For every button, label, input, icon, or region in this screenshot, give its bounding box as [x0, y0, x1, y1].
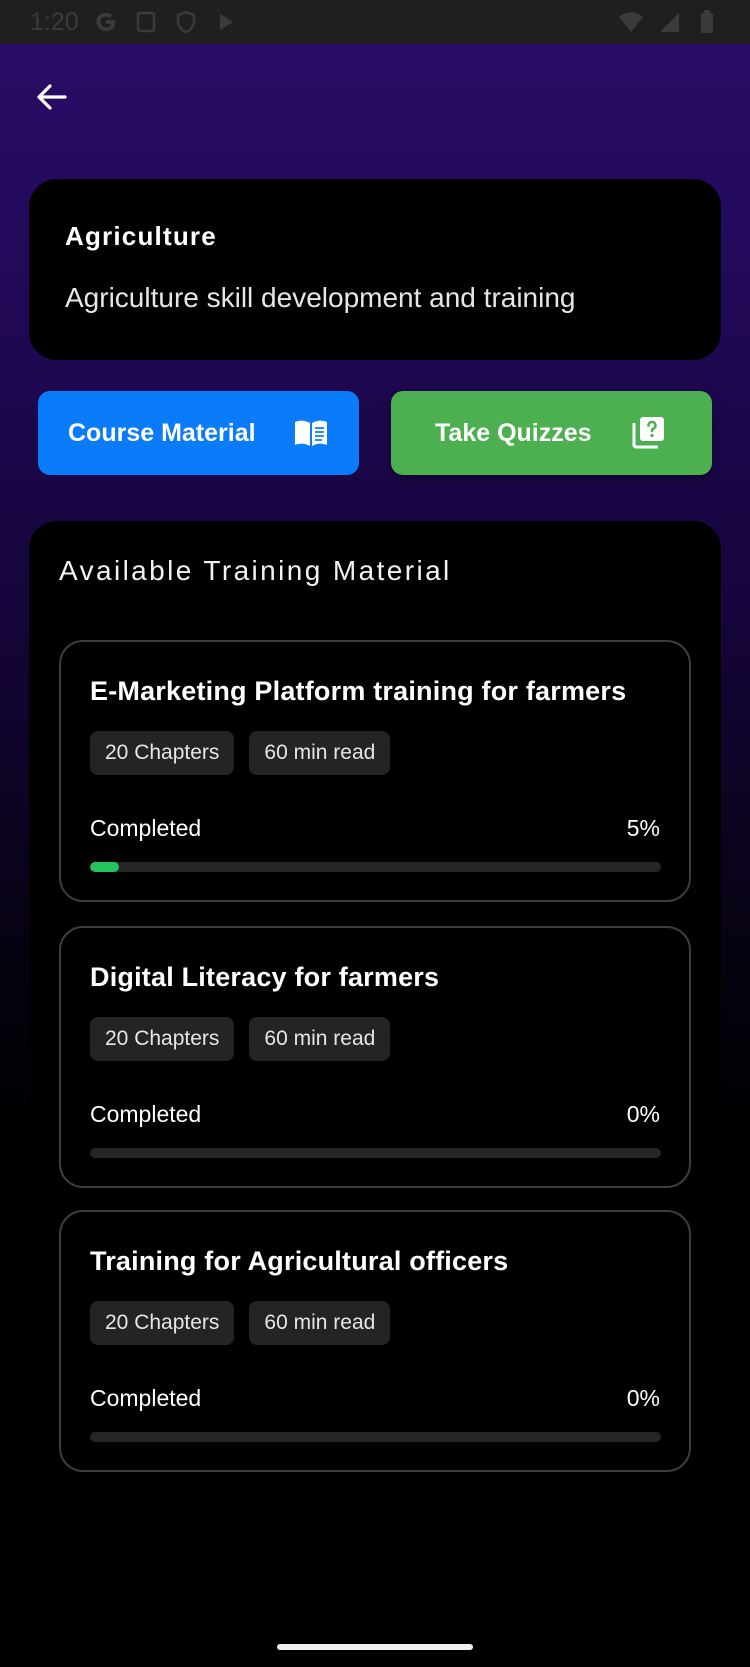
- chapters-badge: 20 Chapters: [90, 1301, 235, 1345]
- completed-label: Completed: [90, 1385, 202, 1411]
- completed-label: Completed: [90, 1101, 202, 1127]
- progress-track: [90, 862, 661, 872]
- battery-icon: [694, 9, 720, 35]
- read-time-badge: 60 min read: [249, 1017, 391, 1061]
- status-bar: 1:20: [0, 0, 750, 44]
- take-quizzes-label: Take Quizzes: [435, 418, 592, 447]
- training-material-panel: Available Training Material E-Marketing …: [29, 521, 721, 1481]
- completed-percent: 0%: [626, 1385, 660, 1411]
- book-icon: [293, 418, 329, 455]
- status-right: [618, 9, 720, 35]
- home-indicator[interactable]: [277, 1644, 473, 1650]
- read-time-badge: 60 min read: [249, 731, 391, 775]
- chapters-badge: 20 Chapters: [90, 731, 235, 775]
- back-button[interactable]: [30, 76, 72, 118]
- shield-icon: [173, 9, 199, 35]
- completed-percent: 5%: [626, 815, 660, 841]
- course-card[interactable]: Training for Agricultural officers 20 Ch…: [59, 1210, 691, 1472]
- play-icon: [213, 9, 239, 35]
- chapters-badge: 20 Chapters: [90, 1017, 235, 1061]
- page-description: Agriculture skill development and traini…: [65, 282, 576, 313]
- screenshot-icon: [133, 9, 159, 35]
- read-time-badge: 60 min read: [249, 1301, 391, 1345]
- wifi-icon: [618, 9, 644, 35]
- progress-track: [90, 1148, 661, 1158]
- course-title: Digital Literacy for farmers: [90, 962, 440, 992]
- section-title: Available Training Material: [59, 555, 452, 586]
- course-title: E-Marketing Platform training for farmer…: [90, 676, 627, 706]
- progress-fill: [90, 862, 119, 872]
- course-card[interactable]: Digital Literacy for farmers 20 Chapters…: [59, 926, 691, 1188]
- course-tags: 20 Chapters 60 min read: [90, 731, 660, 775]
- signal-icon: [656, 9, 682, 35]
- course-material-button[interactable]: Course Material: [38, 391, 359, 475]
- course-header-card: Agriculture Agriculture skill developmen…: [29, 179, 721, 360]
- progress-track: [90, 1432, 661, 1442]
- course-tags: 20 Chapters 60 min read: [90, 1301, 660, 1345]
- progress-row: Completed 0%: [90, 1101, 660, 1128]
- progress-row: Completed 0%: [90, 1385, 660, 1412]
- course-material-label: Course Material: [68, 418, 256, 447]
- status-left: 1:20: [30, 8, 239, 37]
- progress-row: Completed 5%: [90, 815, 660, 842]
- completed-label: Completed: [90, 815, 202, 841]
- status-time: 1:20: [30, 7, 79, 36]
- course-tags: 20 Chapters 60 min read: [90, 1017, 660, 1061]
- course-card[interactable]: E-Marketing Platform training for farmer…: [59, 640, 691, 902]
- google-g-icon: [93, 9, 119, 35]
- quiz-icon: [632, 415, 666, 456]
- completed-percent: 0%: [626, 1101, 660, 1127]
- course-title: Training for Agricultural officers: [90, 1246, 509, 1276]
- arrow-left-icon: [37, 84, 67, 110]
- page-title: Agriculture: [65, 221, 217, 251]
- take-quizzes-button[interactable]: Take Quizzes: [391, 391, 712, 475]
